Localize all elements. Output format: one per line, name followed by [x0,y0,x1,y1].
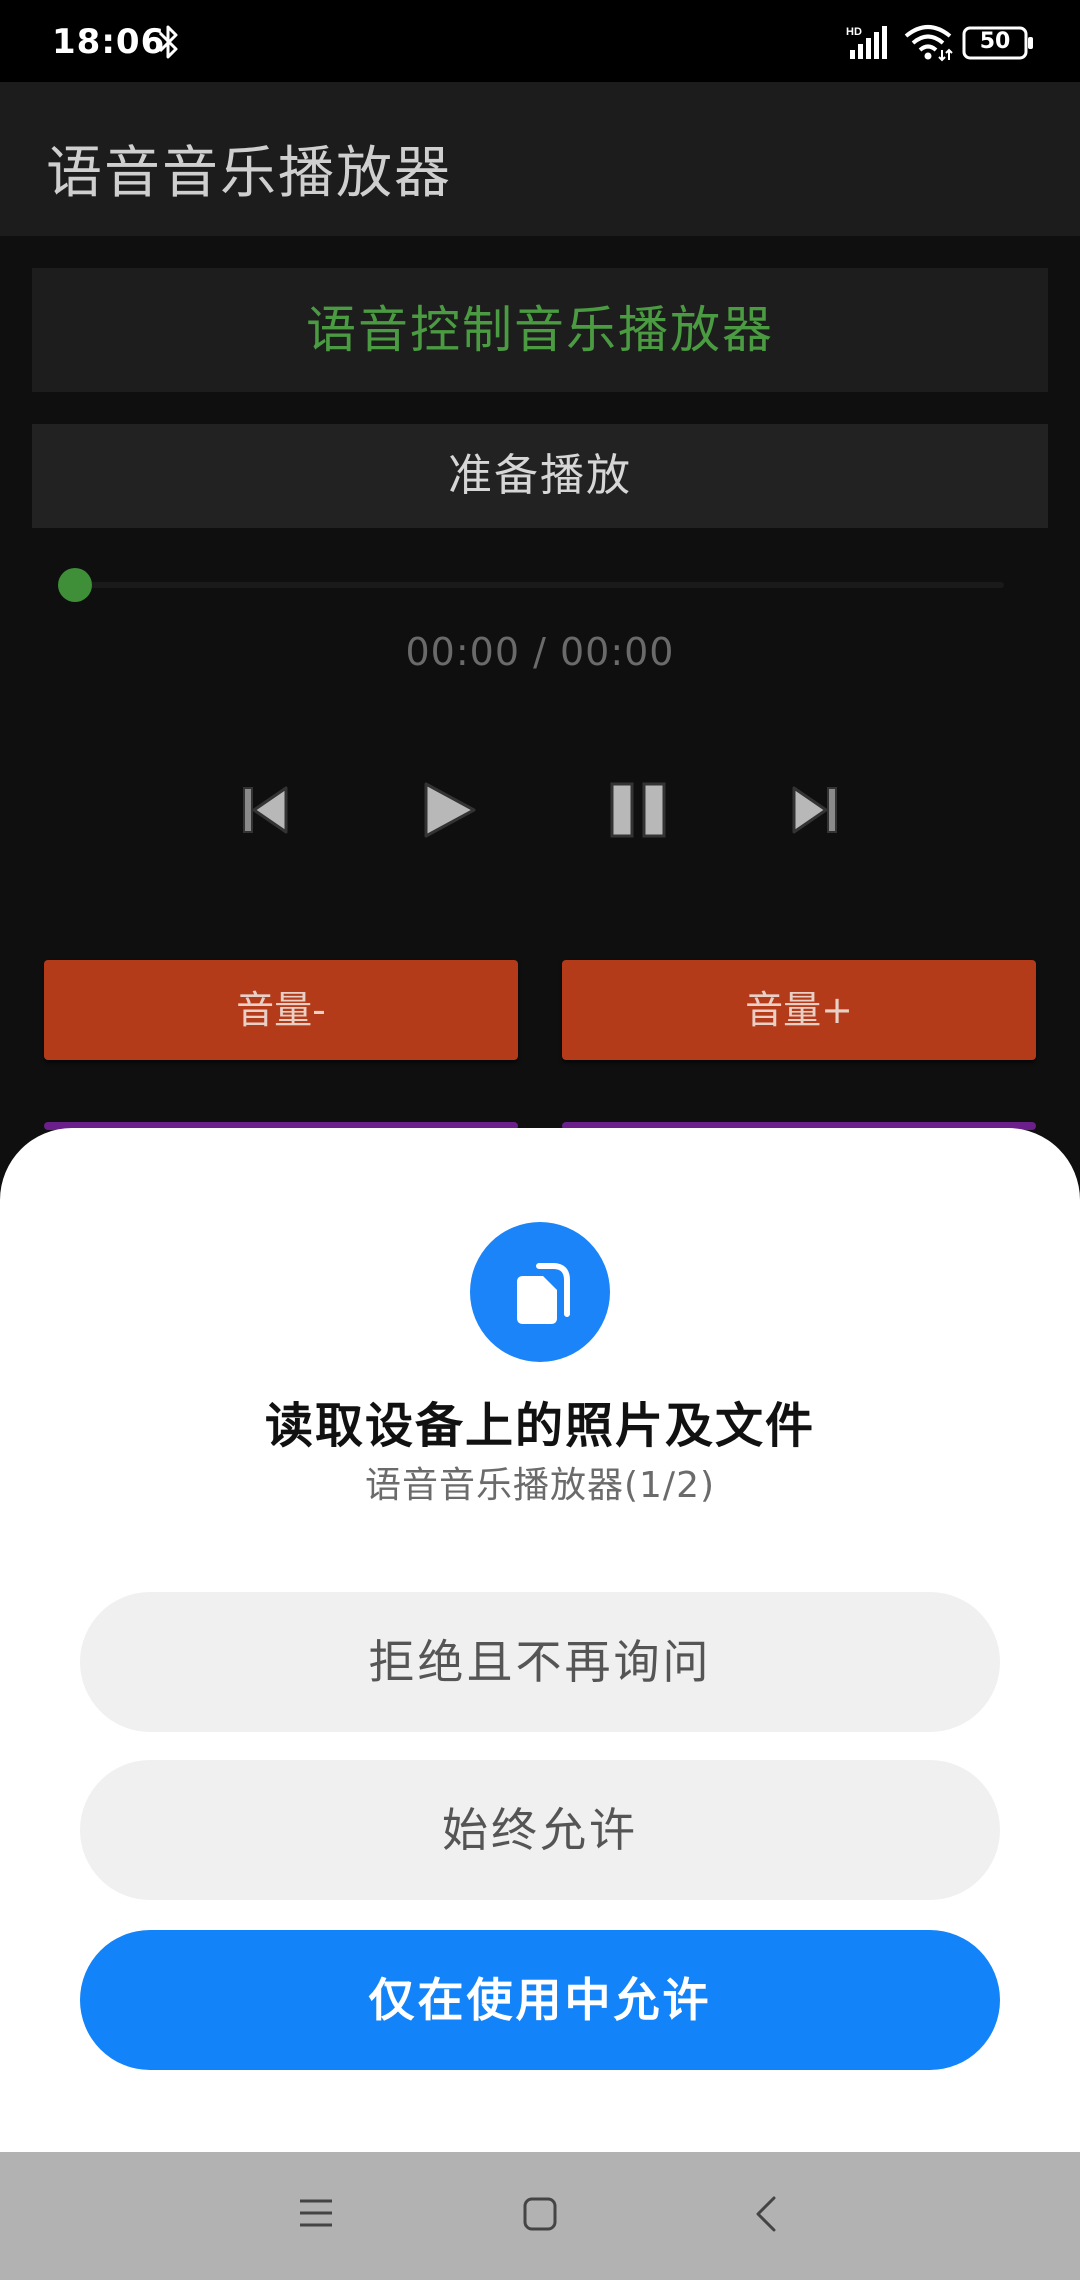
play-icon[interactable] [416,778,480,842]
hd-signal-icon: HD [846,26,887,59]
volume-down-button[interactable]: 音量- [44,960,518,1060]
player-header-card: 语音控制音乐播放器 [32,268,1048,392]
status-time: 18:06 [52,22,166,62]
bluetooth-icon [158,25,178,59]
time-display: 00:00 / 00:00 [405,630,675,674]
menu-icon[interactable] [298,2196,334,2230]
seek-thumb[interactable] [58,568,92,602]
player-header: 语音控制音乐播放器 [306,301,774,359]
previous-icon[interactable] [234,778,298,842]
seek-bar[interactable] [64,582,1004,588]
permission-subtitle: 语音音乐播放器(1/2) [364,1465,716,1506]
back-icon[interactable] [752,2194,780,2234]
playback-status-card: 准备播放 [32,424,1048,528]
playback-status: 准备播放 [448,450,632,501]
svg-text:HD: HD [846,26,862,38]
always-allow-button[interactable]: 始终允许 [80,1760,1000,1900]
permission-title: 读取设备上的照片及文件 [264,1398,815,1454]
next-icon[interactable] [782,778,846,842]
app-bar: 语音音乐播放器 [0,82,1080,236]
deny-dont-ask-button[interactable]: 拒绝且不再询问 [80,1592,1000,1732]
file-icon [517,1263,570,1324]
pause-icon[interactable] [606,778,670,842]
allow-while-using-button[interactable]: 仅在使用中允许 [80,1930,1000,2070]
wifi-icon [904,25,953,62]
home-icon[interactable] [522,2196,558,2232]
app-title: 语音音乐播放器 [46,141,452,206]
volume-up-button[interactable]: 音量+ [562,960,1036,1060]
battery-level: 50 [979,29,1011,54]
